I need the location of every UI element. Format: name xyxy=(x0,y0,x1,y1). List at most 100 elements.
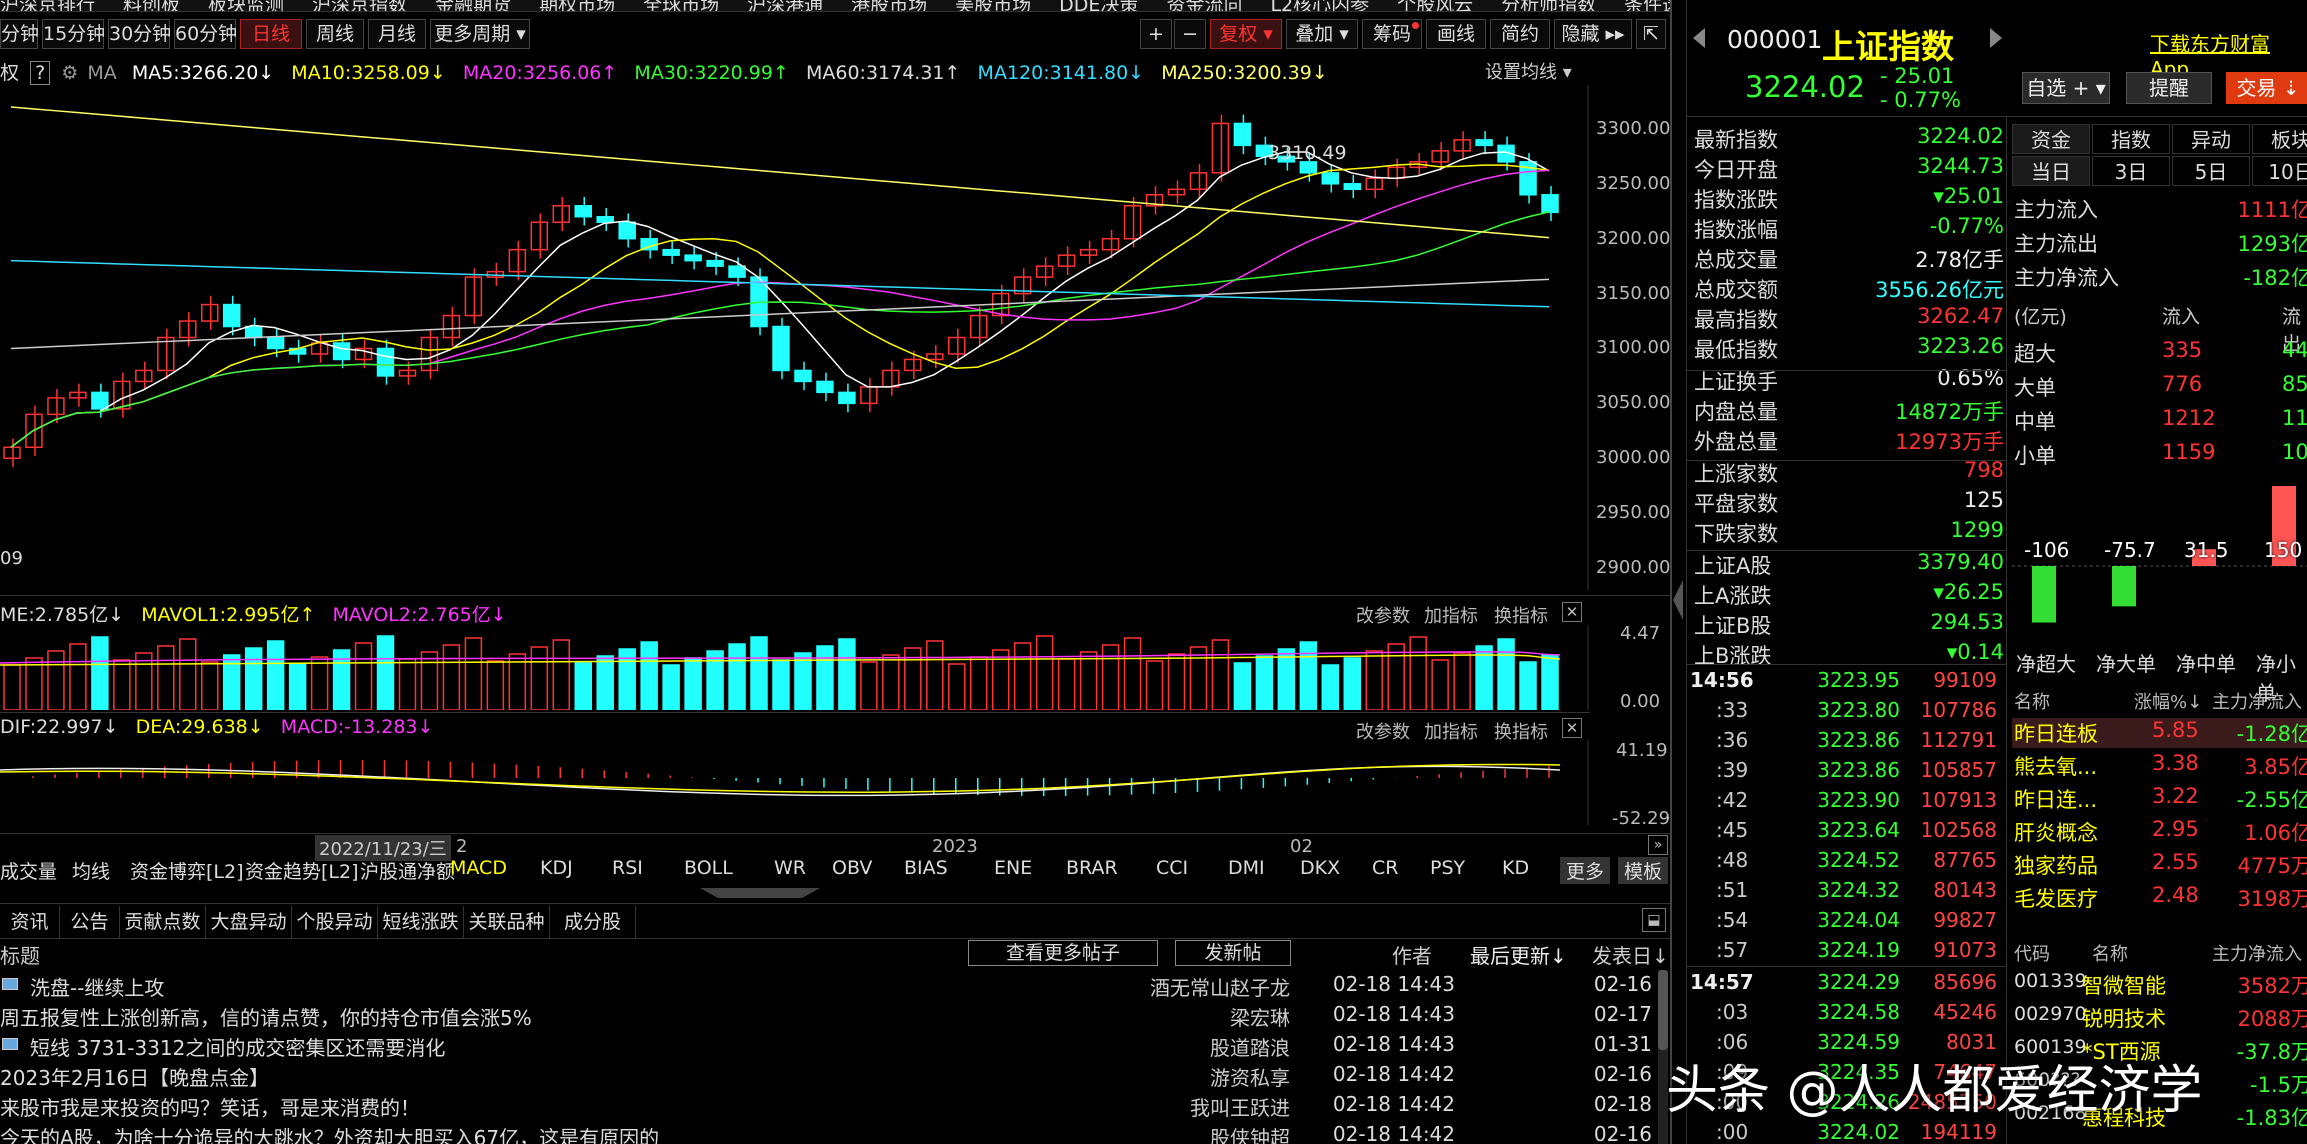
top-nav-item[interactable]: 个股风云 xyxy=(1397,0,1473,11)
news-author[interactable]: 游资私享 xyxy=(1210,1062,1290,1091)
period-tab[interactable]: 周线 xyxy=(306,19,364,49)
indicator-tab[interactable]: DKX xyxy=(1300,857,1340,879)
stock-row[interactable]: 001339 智微智能 3582万 xyxy=(2012,970,2307,1000)
sector-row[interactable]: 昨日连... 3.22 -2.55亿 xyxy=(2012,784,2307,814)
news-tab[interactable]: 资讯 xyxy=(0,906,60,938)
macd-close-icon[interactable]: ✕ xyxy=(1562,718,1582,738)
fund-tab[interactable]: 异动 xyxy=(2172,124,2250,154)
top-nav-item[interactable]: L2核心内参 xyxy=(1270,0,1369,11)
news-author[interactable]: 股侠钟超 xyxy=(1210,1122,1290,1144)
news-title[interactable]: 2023年2月16日【晚盘点金】 xyxy=(0,1062,269,1091)
updated-header[interactable]: 最后更新↓ xyxy=(1470,940,1567,969)
top-nav-item[interactable]: DDE决策 xyxy=(1059,0,1138,11)
news-title[interactable]: 短线 3731-3312之间的成交密集区还需要消化 xyxy=(30,1032,445,1061)
fund-tab[interactable]: 指数 xyxy=(2092,124,2170,154)
sector-row[interactable]: 独家药品 2.55 4775万 xyxy=(2012,850,2307,880)
news-row[interactable]: 周五报复性上涨创新高，信的请点赞，你的持仓市值会涨5% 梁宏琳 02-18 14:4… xyxy=(0,1002,1670,1032)
fund-tab[interactable]: 板块 xyxy=(2252,124,2307,154)
news-panel-toggle-icon[interactable]: ⬓ xyxy=(1642,908,1666,932)
indicator-tab[interactable]: BIAS xyxy=(904,857,948,879)
news-title[interactable]: 来股市我是来投资的吗？笑话，哥是来消费的！ xyxy=(0,1092,420,1121)
indicator-tab[interactable]: KDJ xyxy=(540,857,573,879)
published-header[interactable]: 发表日↓ xyxy=(1592,940,1669,969)
news-author[interactable]: 梁宏琳 xyxy=(1230,1002,1290,1031)
vol-close-icon[interactable]: ✕ xyxy=(1562,602,1582,622)
indicator-tab[interactable]: WR xyxy=(774,857,806,879)
top-nav-item[interactable]: 沪深京排行 xyxy=(0,0,95,11)
indicator-tab[interactable]: 资金趋势[L2] xyxy=(245,857,359,884)
top-nav-item[interactable]: 全球市场 xyxy=(643,0,719,11)
fund-subtab[interactable]: 3日 xyxy=(2092,156,2170,186)
help-icon[interactable]: ? xyxy=(30,61,51,85)
indicator-tab[interactable]: CCI xyxy=(1156,857,1188,879)
indicator-tab[interactable]: RSI xyxy=(612,857,643,879)
period-tab[interactable]: 日线 xyxy=(240,19,302,49)
news-tab[interactable]: 大盘异动 xyxy=(206,906,292,938)
indicator-tab[interactable]: MACD xyxy=(450,857,507,879)
indicator-tab[interactable]: 均线 xyxy=(72,857,110,884)
indicator-tab[interactable]: BRAR xyxy=(1066,857,1118,879)
trade-button[interactable]: 交易 ⇣ xyxy=(2226,72,2307,104)
news-title[interactable]: 周五报复性上涨创新高，信的请点赞，你的持仓市值会涨5% xyxy=(0,1002,532,1031)
news-author[interactable]: 我叫王跃进 xyxy=(1190,1092,1290,1121)
indicator-tab[interactable]: 成交量 xyxy=(0,857,57,884)
sector-row[interactable]: 毛发医疗 2.48 3198万 xyxy=(2012,883,2307,913)
top-nav-item[interactable]: 沪深港通 xyxy=(747,0,823,11)
zoom-in-button[interactable]: + xyxy=(1140,19,1172,49)
indicator-tab[interactable]: BOLL xyxy=(684,857,733,879)
news-row[interactable]: 今天的A股，为啥十分诡异的大跳水？外资却大胆买入67亿，这是有原因的 股侠钟超 02… xyxy=(0,1122,1670,1144)
news-tab[interactable]: 关联品种 xyxy=(464,906,550,938)
next-stock-icon[interactable] xyxy=(1990,28,2002,48)
news-row[interactable]: 来股市我是来投资的吗？笑话，哥是来消费的！ 我叫王跃进 02-18 14:42 02-… xyxy=(0,1092,1670,1122)
yincang-button[interactable]: 隐藏 ▸▸ xyxy=(1554,19,1632,49)
sector-row[interactable]: 肝炎概念 2.95 1.06亿 xyxy=(2012,817,2307,847)
indicator-tab[interactable]: 资金博弈[L2] xyxy=(130,857,244,884)
gear-icon[interactable]: ⚙ xyxy=(61,62,78,84)
alert-button[interactable]: 提醒 xyxy=(2126,72,2212,104)
top-nav-item[interactable]: 美股市场 xyxy=(955,0,1031,11)
indicator-tab[interactable]: PSY xyxy=(1430,857,1465,879)
indicator-tab[interactable]: DMI xyxy=(1228,857,1265,879)
period-tab[interactable]: 30分钟 xyxy=(108,19,171,49)
fund-tab[interactable]: 资金 xyxy=(2012,124,2090,154)
indicator-tab[interactable]: 更多 xyxy=(1560,857,1611,884)
sector-flow-header[interactable]: 主力净流入 xyxy=(2212,688,2302,714)
period-tab[interactable]: 月线 xyxy=(368,19,426,49)
scroll-right-icon[interactable]: » xyxy=(1648,835,1668,855)
ma-settings-button[interactable]: 设置均线 ▾ xyxy=(1485,58,1572,84)
fund-subtab[interactable]: 当日 xyxy=(2012,156,2090,186)
news-tab[interactable]: 贡献点数 xyxy=(120,906,206,938)
top-nav-item[interactable]: 条件选股 xyxy=(1624,0,1670,11)
news-tab[interactable]: 公告 xyxy=(60,906,120,938)
indicator-tab[interactable]: ENE xyxy=(994,857,1032,879)
top-nav-item[interactable]: 料创板 xyxy=(123,0,180,11)
news-title[interactable]: 今天的A股，为啥十分诡异的大跳水？外资却大胆买入67亿，这是有原因的 xyxy=(0,1122,659,1144)
top-nav-item[interactable]: 资金流向 xyxy=(1166,0,1242,11)
fund-subtab[interactable]: 5日 xyxy=(2172,156,2250,186)
news-row[interactable]: 短线 3731-3312之间的成交密集区还需要消化 股道踏浪 02-18 14:43… xyxy=(0,1032,1670,1062)
news-author[interactable]: 股道踏浪 xyxy=(1210,1032,1290,1061)
fund-subtab[interactable]: 10日 xyxy=(2252,156,2307,186)
sector-row[interactable]: 昨日连板 5.85 -1.28亿 xyxy=(2012,718,2307,748)
expand-icon[interactable]: ⇱ xyxy=(1636,19,1666,49)
indicator-tab[interactable]: KD xyxy=(1502,857,1529,879)
fuquan-dropdown[interactable]: 复权 ▾ xyxy=(1210,19,1282,49)
new-post-button[interactable]: 发新帖 xyxy=(1175,940,1291,966)
jianyue-button[interactable]: 简约 xyxy=(1490,19,1550,49)
news-tab[interactable]: 短线涨跌 xyxy=(378,906,464,938)
sector-pct-header[interactable]: 涨幅%↓ xyxy=(2134,688,2202,714)
sidebar-collapse-handle[interactable] xyxy=(1673,580,1683,620)
collapse-handle[interactable] xyxy=(700,888,820,898)
top-nav-item[interactable]: 分析师指数 xyxy=(1501,0,1596,11)
diejia-dropdown[interactable]: 叠加 ▾ xyxy=(1286,19,1358,49)
news-row[interactable]: 洗盘--继续上攻 酒无常山赵子龙 02-18 14:43 02-16 xyxy=(0,972,1670,1002)
more-posts-button[interactable]: 查看更多帖子 xyxy=(968,940,1158,966)
top-nav-item[interactable]: 期权市场 xyxy=(539,0,615,11)
news-tab[interactable]: 成分股 xyxy=(550,906,636,938)
prev-stock-icon[interactable] xyxy=(1693,28,1705,48)
period-tab[interactable]: 更多周期 ▾ xyxy=(430,19,530,49)
indicator-tab[interactable]: CR xyxy=(1372,857,1398,879)
kline-chart[interactable] xyxy=(0,85,1590,590)
news-row[interactable]: 2023年2月16日【晚盘点金】 游资私享 02-18 14:42 02-16 xyxy=(0,1062,1670,1092)
huaxian-button[interactable]: 画线 xyxy=(1426,19,1486,49)
